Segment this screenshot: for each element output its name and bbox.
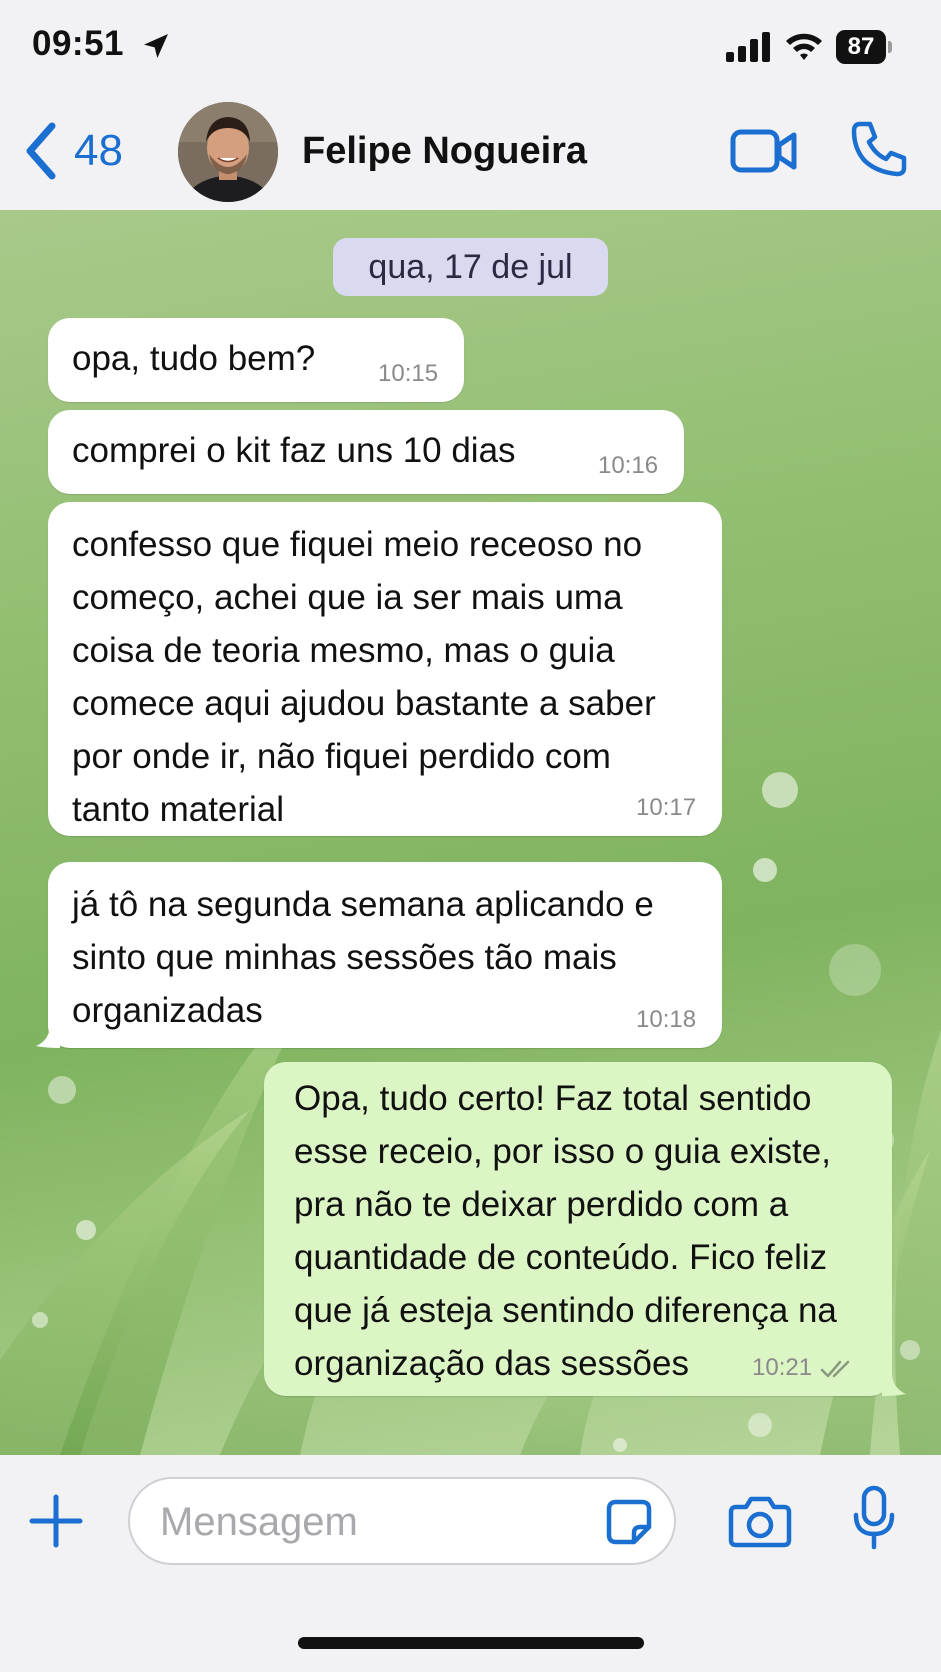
chat-area[interactable]: qua, 17 de jul opa, tudo bem? 10:15 comp… xyxy=(0,210,941,1455)
contact-name[interactable]: Felipe Nogueira xyxy=(302,130,587,173)
message-time: 10:21 xyxy=(752,1354,856,1382)
chat-header: 48 Felipe Nogueira xyxy=(0,90,941,210)
avatar-photo xyxy=(178,102,278,202)
video-call-icon[interactable] xyxy=(730,126,798,176)
unread-count: 48 xyxy=(74,126,123,175)
sticker-icon[interactable] xyxy=(604,1497,654,1547)
contact-avatar[interactable] xyxy=(178,102,278,202)
message-text: confesso que fiquei meio receoso no come… xyxy=(72,525,656,829)
incoming-bubble-tail xyxy=(36,1024,60,1048)
message-bubble-incoming[interactable]: opa, tudo bem? 10:15 xyxy=(48,318,464,402)
message-bubble-incoming[interactable]: já tô na segunda semana aplicando e sint… xyxy=(48,862,722,1048)
message-text: Opa, tudo certo! Faz total sentido esse … xyxy=(294,1079,837,1383)
phone-icon[interactable] xyxy=(850,120,908,178)
date-separator: qua, 17 de jul xyxy=(333,238,608,296)
status-bar: 09:51 87 xyxy=(0,0,941,90)
back-button[interactable]: 48 xyxy=(22,116,142,186)
location-arrow-icon xyxy=(144,34,168,58)
message-text: já tô na segunda semana aplicando e sint… xyxy=(72,885,654,1030)
battery-indicator: 87 xyxy=(836,30,892,64)
message-time: 10:15 xyxy=(378,360,439,387)
message-composer xyxy=(0,1455,941,1672)
outgoing-bubble-tail xyxy=(882,1372,906,1396)
message-time-label: 10:21 xyxy=(752,1354,813,1381)
wifi-icon xyxy=(786,33,822,60)
battery-level: 87 xyxy=(836,30,886,64)
battery-tip xyxy=(888,41,892,53)
message-time: 10:18 xyxy=(636,1006,697,1033)
message-time: 10:16 xyxy=(598,452,659,479)
message-bubble-incoming[interactable]: comprei o kit faz uns 10 dias 10:16 xyxy=(48,410,684,494)
message-text: comprei o kit faz uns 10 dias xyxy=(72,431,516,470)
cellular-signal-icon xyxy=(726,32,770,62)
double-check-icon xyxy=(820,1360,850,1377)
camera-icon[interactable] xyxy=(728,1493,792,1549)
message-input-field[interactable] xyxy=(128,1477,676,1565)
status-time: 09:51 xyxy=(32,24,125,63)
plus-icon[interactable] xyxy=(28,1493,84,1549)
message-bubble-incoming[interactable]: confesso que fiquei meio receoso no come… xyxy=(48,502,722,836)
message-bubble-outgoing[interactable]: Opa, tudo certo! Faz total sentido esse … xyxy=(264,1062,892,1396)
message-input[interactable] xyxy=(158,1493,582,1551)
home-indicator[interactable] xyxy=(298,1637,644,1649)
message-text: opa, tudo bem? xyxy=(72,339,316,378)
message-time: 10:17 xyxy=(636,794,697,821)
chevron-left-icon xyxy=(26,122,56,180)
microphone-icon[interactable] xyxy=(852,1485,896,1551)
